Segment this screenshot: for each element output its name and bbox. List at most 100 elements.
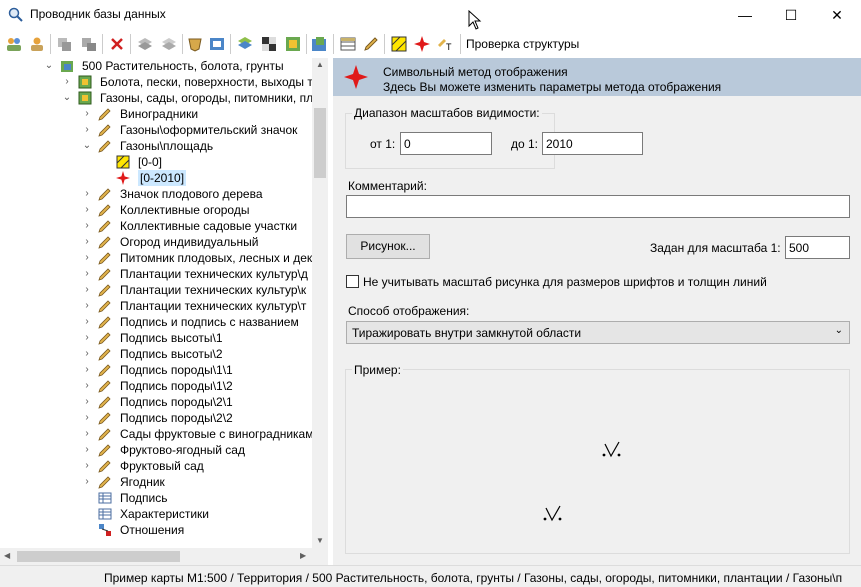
scroll-thumb[interactable]	[314, 108, 326, 178]
tree-item[interactable]: › Фруктово-ягодный сад	[0, 442, 312, 458]
scroll-thumb[interactable]	[17, 551, 180, 562]
scale-to-input[interactable]: 2010	[542, 132, 643, 155]
tree-item[interactable]: › Подпись и подпись с названием	[0, 314, 312, 330]
tree-item[interactable]: ⌄ Газоны, сады, огороды, питомники, пл	[0, 90, 312, 106]
scroll-up-icon[interactable]: ▲	[316, 60, 324, 69]
display-mode-select[interactable]: Тиражировать внутри замкнутой области ⌄	[346, 321, 850, 344]
chevron-right-icon[interactable]: ›	[82, 266, 92, 282]
chevron-right-icon[interactable]: ›	[82, 202, 92, 218]
chevron-right-icon[interactable]: ›	[82, 250, 92, 266]
tree-item[interactable]: › Подпись высоты\2	[0, 346, 312, 362]
tree-item[interactable]: › Подпись породы\2\1	[0, 394, 312, 410]
chevron-right-icon[interactable]: ›	[82, 282, 92, 298]
tree-item[interactable]: › Подпись породы\2\2	[0, 410, 312, 426]
maximize-button[interactable]: ☐	[768, 0, 814, 30]
tree-vertical-scrollbar[interactable]: ▲ ▼	[312, 58, 328, 548]
chevron-right-icon[interactable]: ›	[82, 346, 92, 362]
users-icon[interactable]	[5, 35, 23, 53]
tree-item[interactable]: › Сады фруктовые с виноградникам	[0, 426, 312, 442]
add-layer-icon[interactable]	[208, 35, 226, 53]
comment-input[interactable]	[346, 195, 850, 218]
tree-item[interactable]: ⌄ 500 Растительность, болота, грунты	[0, 58, 312, 74]
scroll-left-icon[interactable]: ◀	[4, 551, 10, 560]
toolbar-separator	[50, 34, 51, 54]
minimize-button[interactable]: —	[722, 0, 768, 30]
tree-item[interactable]: › Плантации технических культур\д	[0, 266, 312, 282]
shield-layer-icon[interactable]	[186, 35, 204, 53]
tree-item[interactable]: [0-0]	[0, 154, 312, 170]
tree-item[interactable]: › Болота, пески, поверхности, выходы т	[0, 74, 312, 90]
chevron-right-icon[interactable]: ›	[82, 106, 92, 122]
tree-item[interactable]: › Подпись породы\1\2	[0, 378, 312, 394]
tree-item[interactable]: Подпись	[0, 490, 312, 506]
tree-item[interactable]: Отношения	[0, 522, 312, 538]
chevron-down-icon[interactable]: ⌄	[82, 138, 92, 154]
chevron-right-icon[interactable]: ›	[82, 378, 92, 394]
table-icon[interactable]	[339, 35, 357, 53]
layer-tree[interactable]: ⌄ 500 Растительность, болота, грунты › Боло…	[0, 58, 328, 556]
chevron-down-icon[interactable]: ⌄	[44, 58, 54, 74]
tree-item[interactable]: › Плантации технических культур\т	[0, 298, 312, 314]
delete-icon[interactable]	[108, 35, 126, 53]
svg-text:T: T	[446, 42, 452, 52]
to-label: до 1:	[511, 137, 539, 151]
scroll-right-icon[interactable]: ▶	[300, 551, 306, 560]
picture-button[interactable]: Рисунок...	[346, 234, 430, 259]
move-layer-icon[interactable]	[80, 35, 98, 53]
pencil-icon[interactable]	[362, 35, 380, 53]
tree-item[interactable]: › Коллективные огороды	[0, 202, 312, 218]
tree-item[interactable]: › Виноградники	[0, 106, 312, 122]
copy-layer-icon[interactable]	[56, 35, 74, 53]
scale-from-input[interactable]: 0	[400, 132, 492, 155]
tree-item[interactable]: › Коллективные садовые участки	[0, 218, 312, 234]
tree-item[interactable]: › Фруктовый сад	[0, 458, 312, 474]
chevron-right-icon[interactable]: ›	[82, 474, 92, 490]
chevron-right-icon[interactable]: ›	[82, 330, 92, 346]
red-star-icon[interactable]	[413, 35, 431, 53]
map-layer-icon[interactable]	[310, 35, 328, 53]
chevron-right-icon[interactable]: ›	[82, 122, 92, 138]
chevron-right-icon[interactable]: ›	[82, 186, 92, 202]
chevron-right-icon[interactable]: ›	[62, 74, 72, 90]
chevron-right-icon[interactable]: ›	[82, 426, 92, 442]
tree-item[interactable]: [0-2010]	[0, 170, 312, 186]
close-button[interactable]: ✕	[814, 0, 860, 30]
stack-icon[interactable]	[136, 35, 154, 53]
map-grid-icon[interactable]	[284, 35, 302, 53]
set-for-scale-input[interactable]: 500	[785, 236, 850, 259]
chevron-right-icon[interactable]: ›	[82, 234, 92, 250]
chevron-right-icon[interactable]: ›	[82, 362, 92, 378]
tree-item[interactable]: Характеристики	[0, 506, 312, 522]
user-settings-icon[interactable]	[28, 35, 46, 53]
text-style-icon[interactable]: T	[436, 35, 454, 53]
check-structure-button[interactable]: Проверка структуры	[466, 37, 579, 51]
chevron-down-icon[interactable]: ⌄	[62, 90, 72, 106]
tree-horizontal-scrollbar[interactable]: ◀ ▶	[0, 548, 328, 565]
chevron-right-icon[interactable]: ›	[82, 394, 92, 410]
tree-item[interactable]: › Плантации технических культур\к	[0, 282, 312, 298]
tree-item[interactable]: › Значок плодового дерева	[0, 186, 312, 202]
ignore-scale-label[interactable]: Не учитывать масштаб рисунка для размеро…	[363, 275, 767, 289]
tree-item[interactable]: › Питомник плодовых, лесных и дек	[0, 250, 312, 266]
tree-item[interactable]: ⌄ Газоны\площадь	[0, 138, 312, 154]
chevron-right-icon[interactable]: ›	[82, 410, 92, 426]
chevron-right-icon[interactable]: ›	[82, 298, 92, 314]
checker-icon[interactable]	[260, 35, 278, 53]
stack-gray-icon[interactable]	[160, 35, 178, 53]
example-symbol-icon	[543, 505, 562, 522]
chevron-right-icon[interactable]: ›	[82, 442, 92, 458]
tree-item[interactable]: › Газоны\оформительский значок	[0, 122, 312, 138]
scroll-down-icon[interactable]: ▼	[316, 536, 324, 545]
tree-item[interactable]: › Подпись породы\1\1	[0, 362, 312, 378]
chevron-right-icon[interactable]: ›	[82, 314, 92, 330]
tree-item[interactable]: › Подпись высоты\1	[0, 330, 312, 346]
chevron-right-icon[interactable]: ›	[82, 218, 92, 234]
hatch-icon[interactable]	[390, 35, 408, 53]
layers-icon[interactable]	[236, 35, 254, 53]
chevron-down-icon: ⌄	[834, 325, 843, 336]
ignore-scale-checkbox[interactable]	[346, 275, 359, 288]
chevron-right-icon[interactable]: ›	[82, 458, 92, 474]
pencil-icon	[98, 299, 112, 313]
tree-item[interactable]: › Огород индивидуальный	[0, 234, 312, 250]
tree-item[interactable]: › Ягодник	[0, 474, 312, 490]
